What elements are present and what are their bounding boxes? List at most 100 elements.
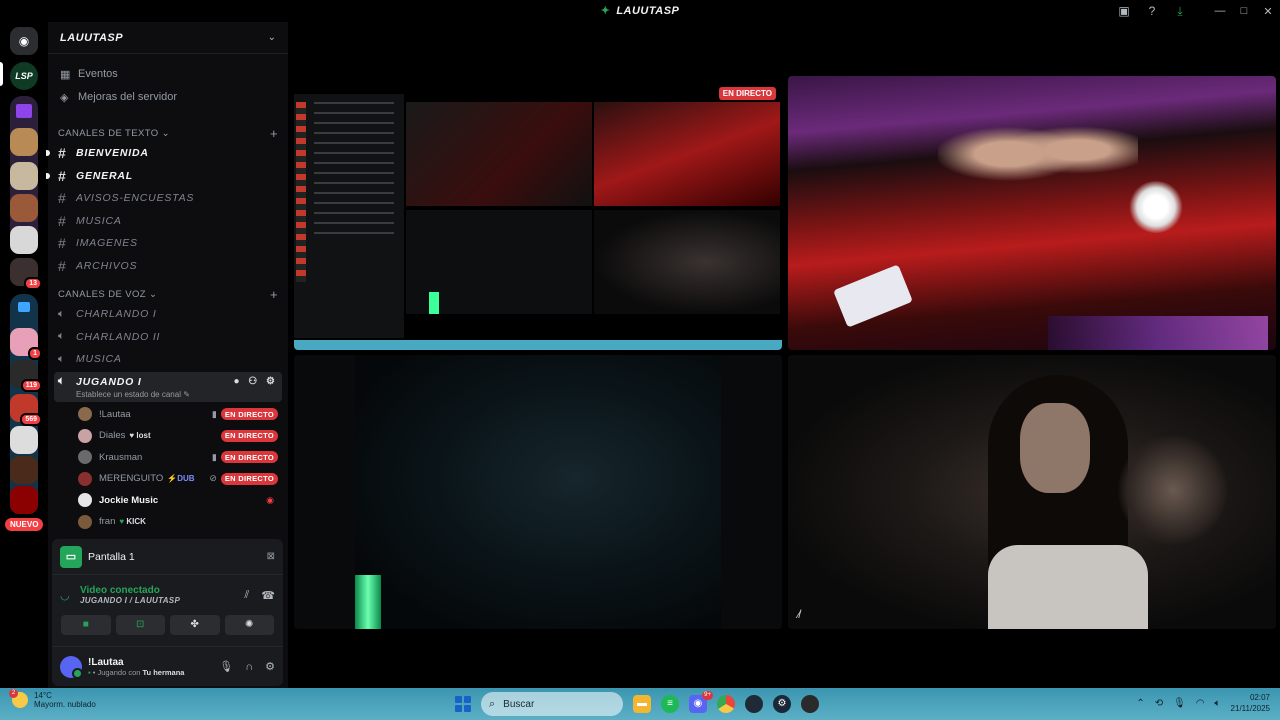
voice-channel-charlando-1[interactable]: 🔈︎ CHARLANDO I: [48, 303, 288, 326]
server-icon-6[interactable]: 1: [10, 328, 42, 360]
video-tile-girl-cam[interactable]: ⁄̸: [788, 355, 1276, 629]
microphone-icon[interactable]: 🎙︎: [219, 660, 233, 673]
server-header[interactable]: LAUUTASP ⌄: [48, 22, 288, 54]
noise-suppression-icon[interactable]: ⫽: [244, 589, 249, 602]
voice-user[interactable]: !Lautaa ▮ EN DIRECTO: [48, 404, 288, 426]
help-icon[interactable]: ?: [1138, 4, 1166, 18]
camera-frame: [355, 355, 721, 629]
start-button[interactable]: [455, 696, 471, 712]
channel-label: IMAGENES: [76, 237, 138, 250]
add-text-channel-icon[interactable]: +: [270, 126, 278, 141]
connection-channel[interactable]: JUGANDO I / LAUUTASP: [80, 596, 232, 605]
channel-label: AVISOS-ENCUESTAS: [76, 192, 195, 205]
channel-archivos[interactable]: # ARCHIVOS: [48, 255, 288, 278]
discord-icon[interactable]: ◉ 9+: [689, 691, 713, 713]
weather-widget[interactable]: 2 14°C Mayorm. nublado: [9, 689, 96, 709]
app-dark-icon[interactable]: [745, 695, 763, 713]
channel-label: CHARLANDO II: [76, 330, 161, 343]
explorer-icon[interactable]: ▬: [633, 695, 651, 713]
inbox-icon[interactable]: ▣: [1110, 4, 1138, 18]
headphones-icon[interactable]: ∩: [245, 661, 253, 673]
voice-user[interactable]: MERENGUITO ⚡DUB ⊘ EN DIRECTO: [48, 468, 288, 490]
volume-icon[interactable]: 🔈︎: [1215, 698, 1221, 709]
stop-screen-share-icon[interactable]: ⊠: [267, 551, 275, 562]
voice-user[interactable]: Jockie Music ◉: [48, 490, 288, 512]
share-screen-button[interactable]: ⊡: [115, 615, 165, 635]
video-tile-dark-cam[interactable]: [294, 355, 782, 629]
search-icon: ⌕: [489, 697, 496, 710]
maximize-button[interactable]: □: [1232, 5, 1256, 17]
server-lsp-icon[interactable]: LSP: [10, 62, 38, 90]
nested-guild-strip: [296, 102, 306, 282]
voice-channel-charlando-2[interactable]: 🔈︎ CHARLANDO II: [48, 326, 288, 349]
soundboard-button[interactable]: ✺: [224, 615, 274, 635]
video-tile-desk[interactable]: [788, 76, 1276, 350]
voice-actions: ■ ⊡ ✤ ✺: [52, 615, 283, 635]
activities-button[interactable]: ✤: [170, 615, 220, 635]
text-channels-category[interactable]: CANALES DE TEXTO ⌄ +: [48, 124, 288, 142]
channel-controls[interactable]: ● ⚇ ⚙: [233, 376, 278, 387]
voice-channel-musica[interactable]: 🔈︎ MUSICA: [48, 348, 288, 371]
window-title: ✦ LAUUTASP: [0, 4, 1280, 17]
wifi-icon[interactable]: ◠: [1196, 698, 1205, 709]
guild-badge: 13: [24, 277, 42, 290]
voice-user[interactable]: Diales ♥ lost EN DIRECTO: [48, 425, 288, 447]
server-icon-5[interactable]: 13: [10, 258, 42, 290]
settings-gear-icon[interactable]: ⚙: [265, 660, 275, 673]
server-icon-7[interactable]: 119: [10, 360, 42, 392]
signal-icon[interactable]: ◡: [60, 589, 80, 602]
voice-user[interactable]: fran ♥ KICK: [48, 511, 288, 533]
connection-status[interactable]: Video conectado: [80, 585, 232, 596]
chrome-icon[interactable]: [717, 695, 735, 713]
server-icon-10[interactable]: [10, 456, 38, 484]
download-icon[interactable]: ⤓: [1166, 4, 1194, 19]
channel-avisos-encuestas[interactable]: # AVISOS-ENCUESTAS: [48, 187, 288, 210]
unread-indicator: [46, 150, 50, 157]
server-boost-item[interactable]: ◈ Mejoras del servidor: [48, 86, 288, 108]
channel-general[interactable]: # GENERAL: [46, 165, 288, 188]
avatar[interactable]: [60, 655, 83, 679]
new-badge[interactable]: NUEVO: [5, 518, 44, 531]
speaking-icon: ◉: [266, 494, 274, 505]
add-voice-channel-icon[interactable]: +: [270, 287, 278, 302]
server-icon-8[interactable]: 569: [10, 394, 42, 426]
channel-musica-text[interactable]: # MUSICA: [48, 210, 288, 233]
app-red-icon[interactable]: [801, 695, 819, 713]
voice-user[interactable]: Krausman ▮ EN DIRECTO: [48, 447, 288, 469]
camera-button[interactable]: ■: [61, 615, 111, 635]
channel-bienvenida[interactable]: # BIENVENIDA: [46, 142, 288, 165]
server-icon-3[interactable]: [10, 194, 38, 222]
events-item[interactable]: ▦ Eventos: [48, 63, 288, 85]
channel-status[interactable]: Establece un estado de canal ✎: [58, 390, 278, 399]
spotify-icon[interactable]: ≡: [661, 695, 679, 713]
channel-imagenes[interactable]: # IMAGENES: [48, 232, 288, 255]
remote-shape: [833, 264, 913, 328]
close-button[interactable]: ✕: [1256, 5, 1280, 18]
server-icon-2[interactable]: [10, 162, 38, 190]
mic-tray-icon[interactable]: 🎙︎: [1173, 698, 1186, 709]
voice-channels-category[interactable]: CANALES DE VOZ ⌄ +: [48, 285, 288, 303]
voice-panel: ▭ Pantalla 1 ⊠ ◡ Video conectado JUGANDO…: [52, 539, 283, 686]
server-icon-9[interactable]: [10, 426, 38, 454]
person-arm: [1118, 435, 1228, 545]
disconnect-icon[interactable]: ☎: [261, 589, 275, 602]
minimize-button[interactable]: —: [1208, 5, 1232, 17]
folder-icon[interactable]: [16, 104, 32, 118]
username[interactable]: !Lautaa: [88, 657, 207, 668]
chevron-up-icon[interactable]: ⌃: [1136, 698, 1144, 709]
clock[interactable]: 02:07 21/11/2025: [1231, 692, 1270, 714]
discord-home-icon[interactable]: ◉: [10, 27, 38, 55]
video-tile-screenshare[interactable]: EN DIRECTO: [294, 82, 782, 350]
screen-share-row[interactable]: ▭ Pantalla 1 ⊠: [52, 539, 283, 575]
server-icon-4[interactable]: [10, 226, 38, 254]
server-icon-11[interactable]: [10, 486, 38, 514]
sync-icon[interactable]: ⟲: [1155, 698, 1163, 709]
taskbar-search[interactable]: ⌕ Buscar: [481, 692, 623, 716]
avatar: [78, 493, 92, 508]
folder-2-icon[interactable]: [18, 302, 30, 312]
voice-channel-jugando-1[interactable]: 🔈︎ JUGANDO I ● ⚇ ⚙ Establece un estado d…: [54, 371, 282, 402]
voice-user-name: MERENGUITO ⚡DUB: [99, 473, 195, 485]
server-icon-1[interactable]: [10, 128, 38, 156]
nested-grid-tr: [594, 102, 780, 206]
steam-icon[interactable]: ⚙: [773, 695, 791, 713]
